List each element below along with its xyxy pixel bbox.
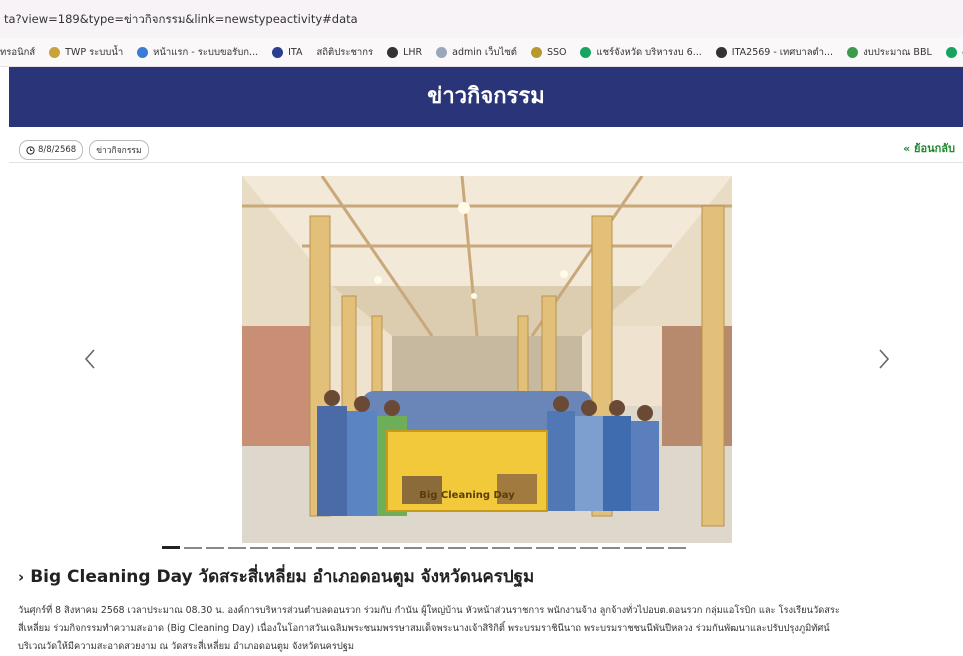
banner-title: ข่าวกิจกรรม [427,84,545,109]
bookmark-item[interactable]: สถิติประชากร [317,45,374,60]
chevron-right-icon [879,349,890,369]
article-body: วันศุกร์ที่ 8 สิงหาคม 2568 เวลาประมาณ 08… [18,602,958,656]
carousel-dot[interactable] [228,547,246,549]
carousel-dot[interactable] [646,547,664,549]
drive-icon [945,46,957,58]
chevron-left-icon [84,349,95,369]
divider [9,162,963,163]
article-line: สี่เหลี่ยม ร่วมกิจกรรมทำความสะอาด (Big C… [18,623,830,634]
carousel-dot[interactable] [272,547,290,549]
bookmark-item[interactable]: TWP ระบบน้ำ [49,45,123,60]
article-line: บริเวณวัดให้มีความสะอาดสวยงาม ณ วัดสระสี… [18,641,355,652]
bookmark-label: สถิติประชากร [316,46,374,58]
category-badge[interactable]: ข่าวกิจกรรม [89,140,149,160]
bookmark-label: ITA [288,46,303,58]
back-label: ย้อนกลับ [914,142,955,155]
address-bar[interactable]: ta?view=189&type=ข่าวกิจกรรม&link=newsty… [0,0,963,38]
post-category: ข่าวกิจกรรม [96,146,142,156]
bookmark-item[interactable]: ITA2569 - เทศบาลตำ... [715,45,834,60]
carousel-indicators [162,546,686,549]
bookmark-label: SSO [546,46,567,58]
carousel-dot[interactable] [294,547,312,549]
carousel-dot[interactable] [470,547,488,549]
post-date: 8/8/2568 [38,145,77,155]
twp-icon [49,46,61,58]
carousel-dot[interactable] [426,547,444,549]
carousel-next-button[interactable] [878,348,890,376]
carousel-dot[interactable] [492,547,510,549]
bookmark-item[interactable]: งบประมาณ BBL [847,45,932,60]
carousel-dot[interactable] [250,547,268,549]
bookmark-item[interactable]: ITA [272,46,303,58]
bookmark-label: TWP ระบบน้ำ [65,46,124,58]
bookmark-item[interactable]: แชร์จังหวัด บริหารงบ 6... [580,45,702,60]
carousel-dot[interactable] [580,547,598,549]
globe-icon [387,46,399,58]
carousel-dot[interactable] [668,547,686,549]
drive-icon [580,46,592,58]
temple-hall-photo: Big Cleaning Day [242,176,732,543]
bookmark-item[interactable]: admin เว็บไซต์ [436,45,517,60]
page-banner: ข่าวกิจกรรม [9,67,963,127]
article-title: Big Cleaning Day วัดสระสี่เหลี่ยม อำเภอด… [30,567,535,587]
bookmark-label: LHR [403,46,423,58]
ita-icon [272,46,284,58]
article-title-row: › Big Cleaning Day วัดสระสี่เหลี่ยม อำเภอ… [18,563,534,590]
carousel-dot[interactable] [316,547,334,549]
carousel-dot[interactable] [536,547,554,549]
sso-icon [530,46,542,58]
bookmark-label: ทรอนิกส์ [0,46,36,58]
carousel-dot[interactable] [514,547,532,549]
carousel-dot[interactable] [338,547,356,549]
back-link[interactable]: « ย้อนกลับ [903,139,955,157]
double-chevron-left-icon: « [903,142,911,155]
clock-icon [26,145,35,155]
bookmark-label: หน้าแรก - ระบบขอรับก... [153,46,259,58]
water-drop-icon [137,46,149,58]
carousel-dot[interactable] [558,547,576,549]
bookmark-label: admin เว็บไซต์ [452,46,517,58]
bookmark-item[interactable]: SSO [530,46,567,58]
carousel-prev-button[interactable] [84,348,96,376]
carousel-dot[interactable] [448,547,466,549]
photo-banner-text: Big Cleaning Day [419,490,515,501]
bookmark-label: งบประมาณ BBL [863,46,932,58]
carousel-dot[interactable] [624,547,642,549]
carousel-dot[interactable] [360,547,378,549]
bookmarks-bar: ทรอนิกส์ TWP ระบบน้ำ หน้าแรก - ระบบขอรับก.… [0,38,963,67]
post-meta: 8/8/2568 ข่าวกิจกรรม [19,140,149,160]
admin-icon [436,46,448,58]
carousel-dot[interactable] [404,547,422,549]
bookmark-item[interactable]: LHR [387,46,423,58]
bbl-icon [847,46,859,58]
globe-icon [715,46,727,58]
carousel-photo[interactable]: Big Cleaning Day [242,176,732,543]
bookmark-item[interactable]: งบปี70 [945,45,963,60]
chevron-right-icon: › [18,568,25,586]
bookmark-label: แชร์จังหวัด บริหารงบ 6... [596,46,702,58]
carousel-dot[interactable] [382,547,400,549]
date-badge: 8/8/2568 [19,140,84,160]
article-line: วันศุกร์ที่ 8 สิงหาคม 2568 เวลาประมาณ 08… [18,605,840,616]
carousel-dot[interactable] [206,547,224,549]
carousel-dot[interactable] [602,547,620,549]
carousel-dot[interactable] [184,547,202,549]
bookmark-label: ITA2569 - เทศบาลตำ... [731,46,834,58]
carousel-dot[interactable] [162,546,180,549]
bookmark-item[interactable]: หน้าแรก - ระบบขอรับก... [137,45,258,60]
bookmark-item[interactable]: ทรอนิกส์ [0,45,35,60]
